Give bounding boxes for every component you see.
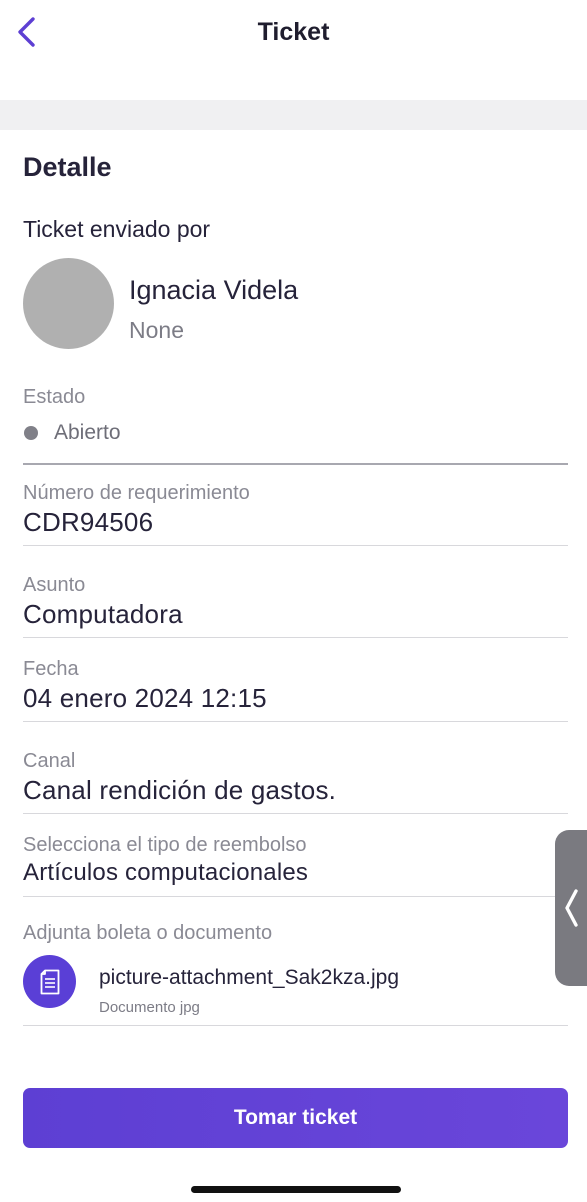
subject-field: Asunto Computadora	[23, 574, 568, 638]
avatar	[23, 258, 114, 349]
date-label: Fecha	[23, 658, 79, 680]
chevron-left-icon	[565, 889, 578, 927]
date-value: 04 enero 2024 12:15	[23, 683, 267, 713]
file-type: Documento jpg	[99, 999, 200, 1016]
take-ticket-button[interactable]: Tomar ticket	[23, 1088, 568, 1148]
channel-field: Canal Canal rendición de gastos.	[23, 750, 568, 814]
file-name[interactable]: picture-attachment_Sak2kza.jpg	[99, 966, 399, 990]
page-title: Ticket	[257, 18, 330, 46]
status-dot-icon	[24, 426, 38, 440]
subject-label: Asunto	[23, 574, 86, 596]
request-number-label: Número de requerimiento	[23, 482, 250, 504]
attachment-label: Adjunta boleta o documento	[23, 922, 273, 944]
user-name: Ignacia Videla	[129, 275, 299, 305]
reimbursement-type-value: Artículos computacionales	[23, 859, 309, 886]
top-bar: Ticket	[0, 0, 587, 100]
request-number-value: CDR94506	[23, 507, 154, 537]
side-panel-handle[interactable]	[555, 830, 587, 986]
document-icon	[40, 969, 59, 994]
sent-by-label: Ticket enviado por	[23, 216, 211, 242]
section-divider	[0, 100, 587, 130]
user-subtitle: None	[129, 317, 184, 343]
status-label: Estado	[23, 386, 86, 408]
section-title: Detalle	[23, 152, 112, 182]
subject-value: Computadora	[23, 599, 183, 629]
ticket-detail: Detalle Ticket enviado por Ignacia Videl…	[0, 130, 587, 1202]
reimbursement-type-field: Selecciona el tipo de reembolso Artículo…	[23, 834, 568, 897]
home-indicator	[191, 1186, 401, 1193]
attachment-field: Adjunta boleta o documento picture-attac…	[23, 922, 568, 1026]
channel-label: Canal	[23, 750, 76, 772]
date-field: Fecha 04 enero 2024 12:15	[23, 658, 568, 722]
request-number-field: Número de requerimiento CDR94506	[23, 482, 568, 546]
status-field: Estado Abierto	[23, 386, 568, 465]
reimbursement-type-label: Selecciona el tipo de reembolso	[23, 834, 307, 856]
file-open-button[interactable]	[23, 955, 76, 1008]
status-value: Abierto	[54, 421, 121, 444]
channel-value: Canal rendición de gastos.	[23, 775, 337, 805]
